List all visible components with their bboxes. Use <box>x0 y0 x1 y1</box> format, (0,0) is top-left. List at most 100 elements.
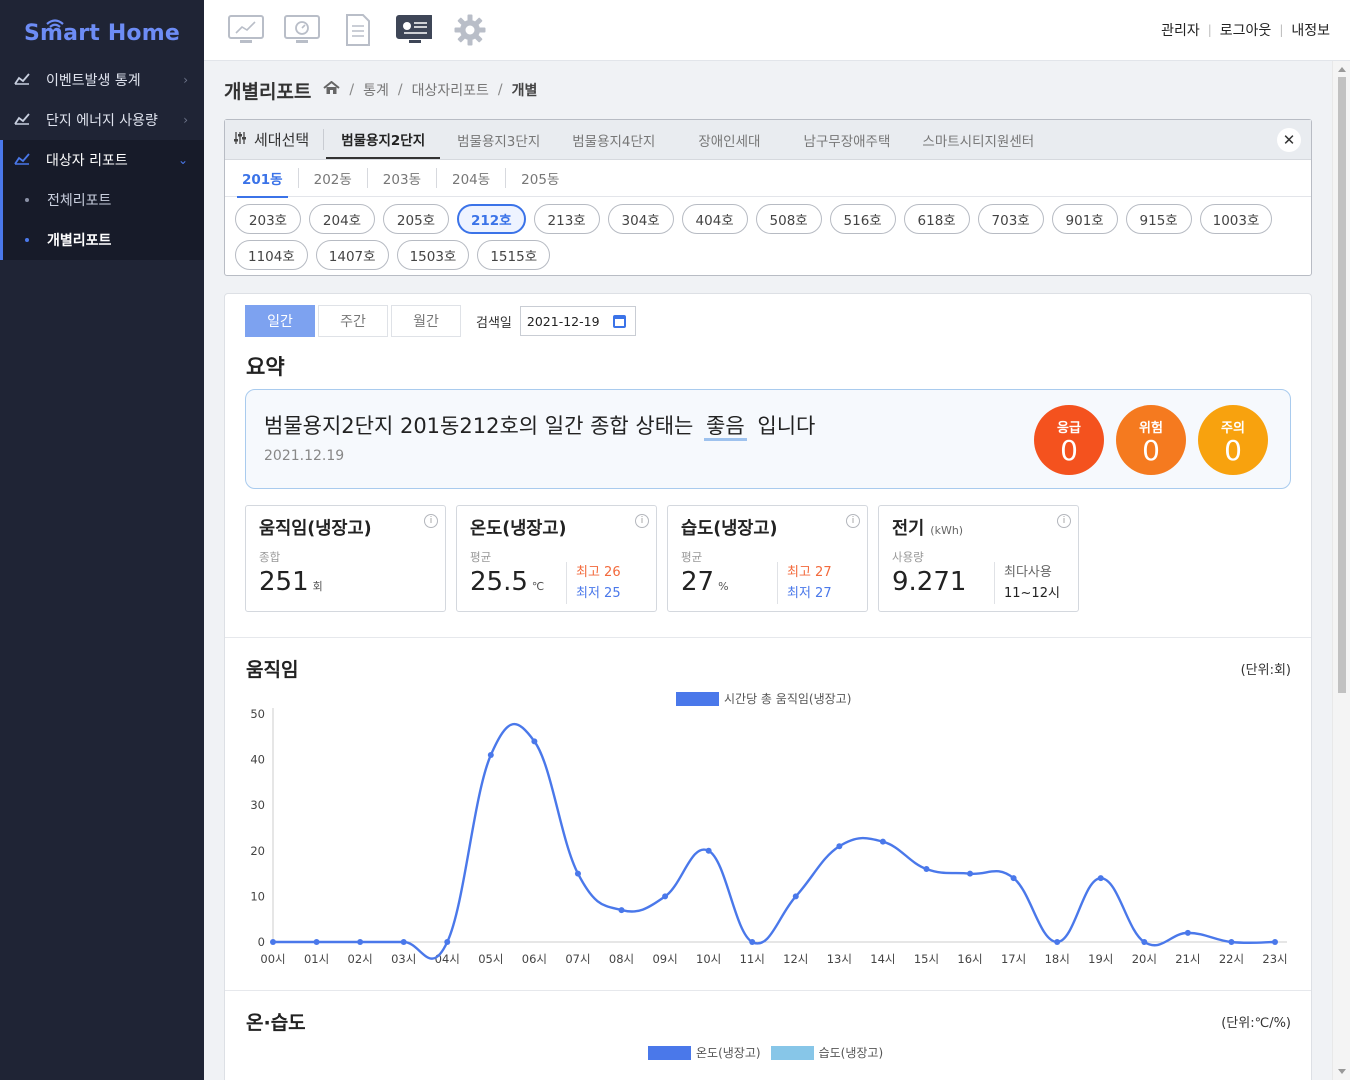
unit-chip[interactable]: 304호 <box>607 204 674 234</box>
daily-button[interactable]: 일간 <box>245 305 315 337</box>
tab-building[interactable]: 205동 <box>506 168 574 188</box>
info-icon[interactable]: i <box>424 514 438 528</box>
info-icon[interactable]: i <box>1057 514 1071 528</box>
monitor-chart-icon[interactable] <box>228 12 264 48</box>
status-date: 2021.12.19 <box>264 448 345 464</box>
card-title: 온도(냉장고) <box>470 519 567 539</box>
monitor-gauge-icon[interactable] <box>284 12 320 48</box>
unit-chip[interactable]: 915호 <box>1125 204 1192 234</box>
logout-link[interactable]: 로그아웃 <box>1220 20 1272 40</box>
document-list-icon[interactable] <box>340 12 376 48</box>
tab-building[interactable]: 203동 <box>368 168 437 188</box>
my-info-link[interactable]: 내정보 <box>1291 20 1330 40</box>
tab-complex[interactable]: 범물용지4단지 <box>557 120 670 159</box>
unit-chip[interactable]: 1407호 <box>315 240 389 270</box>
sidebar-item-energy[interactable]: 단지 에너지 사용량 › <box>0 100 204 140</box>
unit-chip[interactable]: 508호 <box>755 204 822 234</box>
unit-chip[interactable]: 516호 <box>829 204 896 234</box>
tab-building[interactable]: 201동 <box>227 168 299 198</box>
unit-chip[interactable]: 203호 <box>235 204 301 234</box>
card-value-number: 25.5 <box>470 567 528 597</box>
tab-complex[interactable]: 장애인세대 <box>672 120 786 159</box>
household-select-text: 세대선택 <box>254 131 310 149</box>
sidebar-subitem-all-report[interactable]: 전체리포트 <box>3 180 204 220</box>
max-value: 최고 27 <box>787 565 832 580</box>
x-tick-label: 18시 <box>1045 952 1070 966</box>
unit-chip[interactable]: 204호 <box>309 204 375 234</box>
tab-building[interactable]: 204동 <box>437 168 507 188</box>
household-selector: 세대선택 범물용지2단지 범물용지3단지 범물용지4단지 장애인세대 남구무장애… <box>224 119 1312 276</box>
x-tick-label: 10시 <box>696 952 721 966</box>
tab-complex[interactable]: 스마트시티지원센터 <box>907 120 1049 159</box>
x-tick-label: 22시 <box>1219 952 1244 966</box>
breadcrumb-item[interactable]: 대상자리포트 <box>412 80 489 100</box>
home-icon[interactable] <box>323 80 341 99</box>
x-tick-label: 12시 <box>783 952 808 966</box>
card-value-unit: 회 <box>312 580 323 593</box>
sidebar-subitem-individual-report[interactable]: 개별리포트 <box>3 220 204 260</box>
sidebar: Smart Home 이벤트발생 통계 › 단지 에너지 사용량 › 대상자 리… <box>0 0 204 1080</box>
date-value: 2021-12-19 <box>526 313 600 329</box>
tab-complex[interactable]: 범물용지2단지 <box>326 120 441 159</box>
x-tick-label: 00시 <box>260 952 285 966</box>
x-tick-label: 07시 <box>565 952 590 966</box>
calendar-icon[interactable] <box>612 315 626 328</box>
unit-chip[interactable]: 618호 <box>903 204 970 234</box>
weekly-button[interactable]: 주간 <box>318 305 388 337</box>
info-icon[interactable]: i <box>635 514 649 528</box>
data-point <box>836 843 843 850</box>
card-value: 27% <box>681 567 729 597</box>
scrollbar-thumb[interactable] <box>1338 77 1346 693</box>
admin-link[interactable]: 관리자 <box>1161 20 1200 40</box>
alert-counter: 주의 0 <box>1198 405 1268 475</box>
date-picker[interactable]: 2021-12-19 <box>519 306 636 336</box>
data-point <box>1010 875 1017 882</box>
scroll-down-arrow-icon[interactable] <box>1338 1069 1346 1074</box>
x-tick-label: 05시 <box>478 952 503 966</box>
unit-chip[interactable]: 213호 <box>533 204 600 234</box>
motion-line-chart: 0102030405000시 01시 02시 03시 04시 05시 06시 07시 08시 09… <box>250 707 1287 966</box>
alert-counters: 응급 0 위험 0 주의 0 <box>1034 405 1268 475</box>
monthly-button[interactable]: 월간 <box>391 305 461 337</box>
unit-chip[interactable]: 703호 <box>977 204 1044 234</box>
page-scrollbar[interactable] <box>1332 61 1350 1080</box>
card-value-number: 251 <box>259 567 309 597</box>
main-content: 개별리포트 / 통계 / 대상자리포트 / 개별 세대선택 범물용지2단지 범물… <box>224 61 1312 1080</box>
card-value-number: 9.271 <box>892 567 967 597</box>
card-title-text: 전기 <box>892 519 925 539</box>
tab-building[interactable]: 202동 <box>299 168 368 188</box>
unit-chip[interactable]: 1104호 <box>235 240 308 270</box>
data-point <box>270 939 276 945</box>
data-point <box>1184 929 1191 936</box>
x-tick-label: 09시 <box>652 952 677 966</box>
y-tick-label: 30 <box>250 798 265 812</box>
tab-complex[interactable]: 범물용지3단지 <box>442 120 555 159</box>
alert-count: 0 <box>1224 433 1242 467</box>
info-icon[interactable]: i <box>846 514 860 528</box>
temp-humidity-section-title: 온·습도 <box>246 1012 306 1034</box>
unit-chip[interactable]: 1515호 <box>477 240 551 270</box>
unit-chip[interactable]: 404호 <box>681 204 748 234</box>
status-message-text: 범물용지2단지 201동212호의 일간 종합 상태는 <box>264 414 694 438</box>
data-point <box>792 893 799 900</box>
unit-chip[interactable]: 205호 <box>383 204 449 234</box>
tab-complex[interactable]: 남구무장애주택 <box>788 120 905 159</box>
data-point <box>967 870 974 877</box>
unit-chip[interactable]: 1003호 <box>1199 204 1273 234</box>
card-peak: 최다사용 11~12시 <box>994 562 1060 604</box>
sidebar-item-target-report[interactable]: 대상자 리포트 ⌄ <box>0 140 204 180</box>
sidebar-item-event-stats[interactable]: 이벤트발생 통계 › <box>0 60 204 100</box>
unit-chip[interactable]: 212호 <box>457 204 526 234</box>
card-title: 움직임(냉장고) <box>259 519 372 539</box>
breadcrumb-item[interactable]: 통계 <box>363 80 389 100</box>
search-date-label: 검색일 <box>476 315 512 331</box>
close-button[interactable]: ✕ <box>1277 128 1301 152</box>
unit-chip[interactable]: 1503호 <box>396 240 470 270</box>
gear-icon[interactable] <box>452 12 488 48</box>
x-tick-label: 21시 <box>1175 952 1200 966</box>
monitor-report-icon[interactable] <box>396 12 432 48</box>
breadcrumb-current: 개별 <box>511 83 538 99</box>
scroll-up-arrow-icon[interactable] <box>1338 67 1346 72</box>
app-logo[interactable]: Smart Home <box>0 0 204 60</box>
unit-chip[interactable]: 901호 <box>1051 204 1118 234</box>
